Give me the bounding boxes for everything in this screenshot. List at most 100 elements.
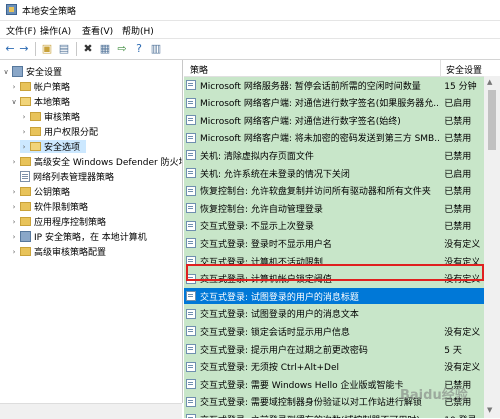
collapse-icon[interactable]: ∨ xyxy=(2,68,10,76)
policy-setting: 没有定义 xyxy=(444,327,481,338)
policy-icon xyxy=(186,238,196,249)
tree-security-options[interactable]: › 安全选项 xyxy=(20,140,87,153)
tree-item-label: 高级审核策略配置 xyxy=(34,248,107,258)
policy-setting: 没有定义 xyxy=(444,239,481,250)
tree-audit-policy[interactable]: › 审核策略 xyxy=(20,110,80,123)
policy-name: 交互式登录: 试图登录的用户的消息标题 xyxy=(200,292,359,303)
policy-name: 交互式登录: 提示用户在过期之前更改密码 xyxy=(200,345,368,356)
tree-pane: ∨ 安全设置 › 帐户策略 ∨ 本地策略 › 审核策略 › 用户权限分配 › 安… xyxy=(0,60,183,403)
policy-list-pane: 策略 安全设置 Microsoft 网络服务器: 暂停会话前所需的空闲时间数量 1… xyxy=(184,60,500,418)
ip-security-icon xyxy=(20,231,31,242)
policy-row[interactable]: Microsoft 网络服务器: 暂停会话前所需的空闲时间数量 15 分钟 xyxy=(184,77,484,93)
policy-row[interactable]: 交互式登录: 试图登录的用户的消息文本 xyxy=(184,306,484,322)
tree-app-control[interactable]: › 应用程序控制策略 xyxy=(10,215,106,228)
policy-name: 交互式登录: 试图登录的用户的消息文本 xyxy=(200,310,359,321)
column-divider[interactable] xyxy=(440,60,441,76)
policy-row[interactable]: 交互式登录: 无须按 Ctrl+Alt+Del 没有定义 xyxy=(184,359,484,375)
tree-public-key[interactable]: › 公钥策略 xyxy=(10,185,70,198)
tree-item-label: 安全选项 xyxy=(44,143,81,153)
folder-icon xyxy=(20,187,31,196)
policy-name: 交互式登录: 之前登录到缓存的次数(域控制器不可用时) xyxy=(200,413,440,418)
column-security-setting[interactable]: 安全设置 xyxy=(446,63,482,76)
policy-icon xyxy=(186,150,196,161)
policy-icon xyxy=(186,308,196,319)
policy-row[interactable]: 关机: 清除虚拟内存页面文件 已禁用 xyxy=(184,147,484,163)
policy-row[interactable]: Microsoft 网络客户端: 对通信进行数字签名(始终) 已禁用 xyxy=(184,112,484,128)
policy-name: 交互式登录: 无须按 Ctrl+Alt+Del xyxy=(200,363,340,374)
menu-help[interactable]: 帮助(H) xyxy=(122,24,154,37)
expand-icon[interactable]: › xyxy=(10,203,18,211)
properties-icon[interactable]: ▦ xyxy=(98,42,112,56)
delete-icon[interactable]: ✖ xyxy=(81,42,95,56)
folder-icon xyxy=(30,127,41,136)
policy-row[interactable]: 交互式登录: 登录时不显示用户名 没有定义 xyxy=(184,235,484,251)
tree-item-label: 软件限制策略 xyxy=(34,203,89,213)
tree-software-restriction[interactable]: › 软件限制策略 xyxy=(10,200,88,213)
policy-row[interactable]: 交互式登录: 锁定会话时显示用户信息 没有定义 xyxy=(184,323,484,339)
policy-row[interactable]: 交互式登录: 不显示上次登录 已禁用 xyxy=(184,218,484,234)
policy-setting: 已启用 xyxy=(444,169,472,180)
policy-row[interactable]: Microsoft 网络客户端: 将未加密的密码发送到第三方 SMB... 已禁用 xyxy=(184,130,484,146)
tree-local-policies[interactable]: ∨ 本地策略 xyxy=(10,95,70,108)
expand-icon[interactable]: › xyxy=(20,143,28,151)
help-icon[interactable]: ? xyxy=(132,42,146,56)
folder-icon xyxy=(20,202,31,211)
tree-user-rights[interactable]: › 用户权限分配 xyxy=(20,125,98,138)
menu-view[interactable]: 查看(V) xyxy=(82,24,113,37)
folder-up-icon[interactable]: ▣ xyxy=(40,42,54,56)
policy-icon xyxy=(186,414,196,418)
tree-item-label: 公钥策略 xyxy=(34,188,71,198)
expand-icon[interactable]: › xyxy=(10,233,18,241)
tree-network-list[interactable]: 网络列表管理器策略 xyxy=(10,170,114,183)
policy-row[interactable]: 交互式登录: 之前登录到缓存的次数(域控制器不可用时)10 登录 xyxy=(184,411,484,418)
menu-action[interactable]: 操作(A) xyxy=(40,24,71,37)
column-policy[interactable]: 策略 xyxy=(190,63,208,76)
console-icon[interactable]: ▥ xyxy=(149,42,163,56)
policy-row[interactable]: 恢复控制台: 允许软盘复制并访问所有驱动器和所有文件夹 已禁用 xyxy=(184,183,484,199)
toolbar-separator xyxy=(35,42,36,56)
tree-horizontal-scrollbar[interactable] xyxy=(0,403,182,419)
policy-name: 关机: 允许系统在未登录的情况下关闭 xyxy=(200,169,350,180)
forward-icon[interactable]: → xyxy=(17,42,31,56)
policy-row[interactable]: 恢复控制台: 允许自动管理登录 已禁用 xyxy=(184,200,484,216)
tree-defender-firewall[interactable]: › 高级安全 Windows Defender 防火墙 xyxy=(10,155,182,168)
back-icon[interactable]: ← xyxy=(3,42,17,56)
policy-name: 交互式登录: 不显示上次登录 xyxy=(200,222,314,233)
red-highlight-box xyxy=(186,264,484,281)
tree-advanced-audit[interactable]: › 高级审核策略配置 xyxy=(10,245,106,258)
expand-icon[interactable]: › xyxy=(20,113,28,121)
scroll-thumb[interactable] xyxy=(488,90,496,150)
scroll-down-icon[interactable]: ▼ xyxy=(487,406,492,414)
policy-row[interactable]: 交互式登录: 试图登录的用户的消息标题 xyxy=(184,288,484,305)
folder-open-icon xyxy=(20,97,31,106)
tree-ip-security[interactable]: › IP 安全策略，在 本地计算机 xyxy=(10,230,147,243)
expand-icon[interactable]: › xyxy=(10,218,18,226)
show-tree-icon[interactable]: ▤ xyxy=(57,42,71,56)
policy-icon xyxy=(186,168,196,178)
menu-file[interactable]: 文件(F) xyxy=(6,24,36,37)
tree-security-settings[interactable]: ∨ 安全设置 xyxy=(2,65,62,78)
policy-name: 交互式登录: 锁定会话时显示用户信息 xyxy=(200,327,350,338)
policy-setting: 已禁用 xyxy=(444,222,472,233)
policy-icon xyxy=(186,80,196,90)
title-bar: 本地安全策略 xyxy=(0,0,500,21)
expand-icon[interactable]: › xyxy=(10,158,18,166)
policy-name: 交互式登录: 登录时不显示用户名 xyxy=(200,239,332,250)
collapse-icon[interactable]: ∨ xyxy=(10,98,18,106)
expand-icon[interactable]: › xyxy=(20,128,28,136)
policy-setting: 5 天 xyxy=(444,345,462,356)
tree-item-label: 本地策略 xyxy=(34,98,71,108)
policy-row[interactable]: 关机: 允许系统在未登录的情况下关闭 已启用 xyxy=(184,165,484,181)
tree-account-policies[interactable]: › 帐户策略 xyxy=(10,80,70,93)
policy-row[interactable]: Microsoft 网络客户端: 对通信进行数字签名(如果服务器允... 已启用 xyxy=(184,95,484,111)
policy-row[interactable]: 交互式登录: 提示用户在过期之前更改密码 5 天 xyxy=(184,341,484,357)
expand-icon[interactable]: › xyxy=(10,188,18,196)
watermark: Baidu经验 xyxy=(400,388,468,403)
policy-name: Microsoft 网络客户端: 将未加密的密码发送到第三方 SMB... xyxy=(200,134,441,145)
expand-icon[interactable]: › xyxy=(10,248,18,256)
expand-icon[interactable]: › xyxy=(10,83,18,91)
policy-setting: 已启用 xyxy=(444,99,472,110)
export-icon[interactable]: ⇨ xyxy=(115,42,129,56)
vertical-scrollbar[interactable]: ▲ ▼ xyxy=(484,76,500,418)
scroll-up-icon[interactable]: ▲ xyxy=(487,78,492,86)
